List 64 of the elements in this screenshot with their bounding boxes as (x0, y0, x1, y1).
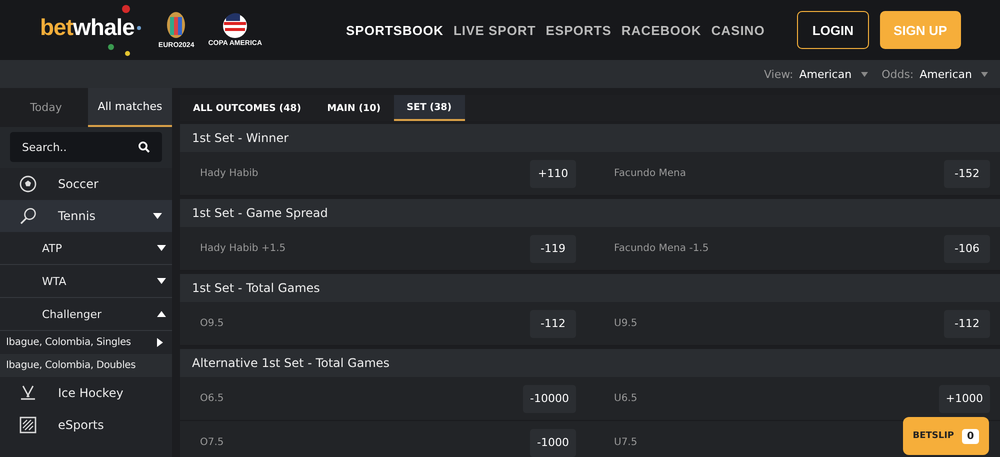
caret-up-icon (157, 311, 166, 317)
caret-icon (860, 72, 868, 76)
odds-button[interactable]: -112 (944, 310, 990, 338)
caret-right-icon (157, 338, 163, 347)
odds-button[interactable]: -1000 (530, 428, 576, 456)
globe-icon (222, 13, 248, 39)
outcome-name: U7.5 (614, 437, 638, 448)
league-item[interactable]: ATP (0, 232, 172, 265)
market-tab[interactable]: ALL OUTCOMES (48) (180, 95, 314, 121)
outcome-name: O6.5 (200, 393, 224, 404)
caret-down-icon (157, 245, 166, 251)
login-button[interactable]: LOGIN (797, 11, 869, 49)
odds-button[interactable]: -112 (530, 310, 576, 338)
betslip-button[interactable]: BETSLIP 0 (902, 417, 989, 455)
market-title: 1st Set - Total Games (180, 274, 1000, 302)
setting-label: Odds: (882, 68, 914, 80)
hockey-sticks-icon (19, 384, 37, 402)
nav-link[interactable]: SPORTSBOOK (346, 22, 444, 38)
caret-icon (981, 72, 988, 76)
logo[interactable]: betwhale (40, 4, 144, 56)
outcome-name: U6.5 (614, 393, 638, 404)
tournament-item[interactable]: Ibague, Colombia, Doubles (0, 354, 172, 377)
esports-icon (19, 416, 37, 434)
league-item[interactable]: WTA (0, 265, 172, 298)
sport-item[interactable]: Tennis (0, 200, 172, 232)
nav-link[interactable]: LIVE SPORT (453, 22, 536, 38)
nav-link[interactable]: RACEBOOK (621, 22, 702, 38)
tennis-racket-icon (19, 207, 37, 225)
setting-label: View: (764, 68, 794, 80)
outcome-name: U9.5 (614, 318, 638, 329)
outcome-name: Hady Habib +1.5 (200, 243, 286, 254)
outcome-name: Hady Habib (200, 168, 258, 179)
nav-link[interactable]: ESPORTS (546, 22, 612, 38)
odds-button[interactable]: +1000 (938, 384, 990, 412)
market-tab[interactable]: MAIN (10) (314, 95, 394, 121)
search-field[interactable]: Search.. (10, 132, 162, 162)
betslip-count: 0 (962, 428, 979, 444)
market-title: Alternative 1st Set - Total Games (180, 349, 1000, 377)
sport-item[interactable]: eSports (0, 409, 172, 441)
sidebar-tab[interactable]: Today (4, 88, 88, 127)
caret-down-icon (157, 278, 166, 284)
setting-dropdown[interactable]: American (920, 68, 988, 80)
sidebar-tab[interactable]: All matches (88, 88, 172, 127)
soccer-ball-icon (19, 175, 37, 193)
league-item[interactable]: Challenger (0, 298, 172, 331)
odds-button[interactable]: +110 (530, 160, 576, 188)
search-icon (138, 141, 150, 153)
outcome-name: Facundo Mena -1.5 (614, 243, 709, 254)
sport-item[interactable]: Ice Hockey (0, 377, 172, 409)
setting-dropdown[interactable]: American (799, 68, 868, 80)
outcome-name: O9.5 (200, 318, 224, 329)
market-tab[interactable]: SET (38) (394, 95, 465, 121)
caret-down-icon (153, 213, 162, 219)
sport-item[interactable]: Soccer (0, 168, 172, 200)
odds-button[interactable]: -10000 (523, 384, 576, 412)
outcome-name: Facundo Mena (614, 168, 686, 179)
nav-link[interactable]: CASINO (711, 22, 765, 38)
tournament-item[interactable]: Ibague, Colombia, Singles (0, 331, 172, 354)
market-title: 1st Set - Game Spread (180, 199, 1000, 227)
outcome-name: O7.5 (200, 437, 224, 448)
odds-button[interactable]: -106 (944, 234, 990, 262)
odds-button[interactable]: -152 (944, 160, 990, 188)
odds-button[interactable]: -119 (530, 234, 576, 262)
market-title: 1st Set - Winner (180, 124, 1000, 152)
